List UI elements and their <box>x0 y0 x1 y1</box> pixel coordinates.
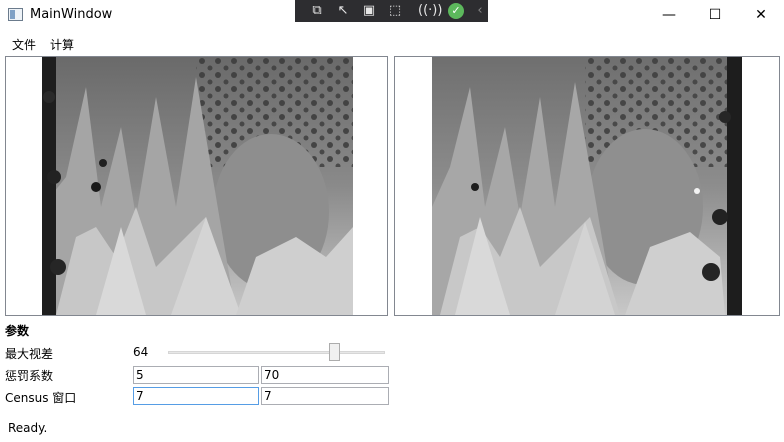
census-width-input[interactable] <box>133 387 259 405</box>
penalty-label: 惩罚系数 <box>5 369 54 383</box>
status-bar: Ready. <box>0 418 784 440</box>
left-disparity-image-panel <box>5 56 388 316</box>
minimize-button[interactable]: — <box>646 0 692 30</box>
census-window-label: Census 窗口 <box>5 391 77 405</box>
select-element-icon[interactable]: ⧉ <box>309 3 325 19</box>
menu-bar: 文件 计算 <box>0 34 784 54</box>
devtools-toolbar: ⧉ ↖ ▣ ⬚ ((·)) ✓ ‹ <box>295 0 488 22</box>
max-disparity-slider-thumb[interactable] <box>328 343 340 361</box>
params-section-title: 参数 <box>5 324 30 338</box>
pointer-icon[interactable]: ↖ <box>335 3 351 19</box>
max-disparity-slider-track[interactable] <box>168 351 385 354</box>
penalty-p2-input[interactable] <box>261 366 389 384</box>
status-text: Ready. <box>8 421 48 435</box>
check-icon[interactable]: ✓ <box>448 3 464 19</box>
max-disparity-value: 64 <box>133 345 149 359</box>
binding-failures-icon[interactable]: ((·)) <box>418 3 442 19</box>
layout-adorner-icon[interactable]: ▣ <box>361 3 377 19</box>
menu-compute[interactable]: 计算 <box>50 36 74 53</box>
left-disparity-image <box>42 57 353 315</box>
window-title: MainWindow <box>30 7 113 22</box>
census-height-input[interactable] <box>261 387 389 405</box>
right-disparity-image <box>432 57 742 315</box>
close-button[interactable]: ✕ <box>738 0 784 30</box>
menu-file[interactable]: 文件 <box>12 36 36 53</box>
collapse-chevron-icon[interactable]: ‹ <box>472 3 488 19</box>
maximize-button[interactable]: ☐ <box>692 0 738 30</box>
penalty-p1-input[interactable] <box>133 366 259 384</box>
track-focus-icon[interactable]: ⬚ <box>387 3 403 19</box>
title-bar: MainWindow ⧉ ↖ ▣ ⬚ ((·)) ✓ ‹ — ☐ ✕ <box>0 0 784 30</box>
right-disparity-image-panel <box>394 56 780 316</box>
app-window-icon <box>8 8 23 21</box>
max-disparity-label: 最大视差 <box>5 347 54 361</box>
